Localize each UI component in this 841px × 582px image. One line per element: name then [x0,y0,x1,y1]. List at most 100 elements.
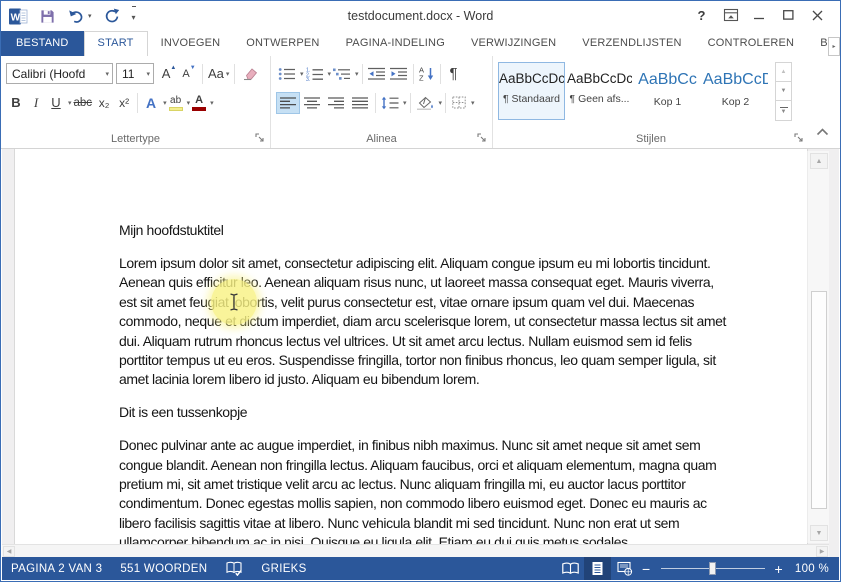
ribbon: Calibri (Hoofd ▾ 11 ▾ A▲ A▼ Aa▾ B I [1,56,840,149]
sort-icon[interactable]: AZ [417,63,437,85]
ribbon-display-options-icon[interactable] [716,4,745,26]
tab-controleren[interactable]: CONTROLEREN [695,31,808,56]
chapter-title[interactable]: Mijn hoofdstuktitel [119,221,733,240]
tab-invoegen[interactable]: INVOEGEN [148,31,234,56]
tab-pagina-indeling[interactable]: PAGINA-INDELING [333,31,458,56]
strikethrough-button[interactable]: abc [72,92,95,114]
font-dialog-launcher-icon[interactable] [254,132,266,144]
scroll-down-icon[interactable]: ▼ [810,525,828,541]
read-mode-icon[interactable] [557,557,584,580]
web-layout-icon[interactable] [611,557,638,580]
close-button[interactable] [803,4,832,26]
line-spacing-icon[interactable] [379,92,401,114]
chevron-down-icon[interactable]: ▾ [105,70,109,78]
word-count[interactable]: 551 WOORDEN [111,557,216,580]
zoom-out-button[interactable]: − [638,561,654,577]
subheading[interactable]: Dit is een tussenkopje [119,403,733,422]
tab-overflow-icon[interactable]: ▸ [828,37,840,56]
redo-button[interactable] [104,6,120,26]
paragraph-2[interactable]: Donec pulvinar ante ac augue imperdiet, … [119,436,733,552]
multilevel-dropdown-icon[interactable]: ▾ [355,70,359,78]
vertical-scrollbar[interactable]: ▲ ▼ [807,151,829,543]
horizontal-scrollbar[interactable]: ◀ ▶ [2,544,829,557]
vertical-scrollbar-thumb[interactable] [811,291,827,509]
shrink-font-arrow-icon: ▼ [190,65,196,71]
align-left-button[interactable] [276,92,300,114]
scroll-left-icon[interactable]: ◀ [3,546,15,557]
minimize-button[interactable] [745,4,774,26]
tab-verwijzingen[interactable]: VERWIJZINGEN [458,31,569,56]
maximize-button[interactable] [774,4,803,26]
page-indicator[interactable]: PAGINA 2 VAN 3 [2,557,111,580]
align-right-button[interactable] [324,92,348,114]
paragraph-1[interactable]: Lorem ipsum dolor sit amet, consectetur … [119,254,733,390]
proofing-status-icon[interactable] [216,557,252,580]
borders-dropdown-icon[interactable]: ▾ [471,99,475,107]
svg-text:3.: 3. [306,77,310,81]
styles-gallery-scroll: ▲ ▼ ▼ [775,62,792,121]
italic-button[interactable]: I [26,92,46,114]
chevron-down-icon[interactable]: ▾ [146,70,150,78]
tab-start[interactable]: START [84,31,148,56]
title-bar: W ▾ ▾ testdocument.docx - Word ? [1,1,840,31]
styles-dialog-launcher-icon[interactable] [793,132,805,144]
superscript-button[interactable]: x² [114,92,134,114]
line-spacing-dropdown-icon[interactable]: ▾ [403,99,407,107]
scroll-right-icon[interactable]: ▶ [816,546,828,557]
save-icon[interactable] [40,6,55,26]
shading-dropdown-icon[interactable]: ▾ [439,99,443,107]
increase-indent-icon[interactable] [388,63,410,85]
numbering-icon[interactable]: 1.2.3. [304,63,326,85]
underline-button[interactable]: U [46,92,66,114]
customize-quick-access-toolbar-icon[interactable]: ▾ [132,6,136,26]
align-center-button[interactable] [300,92,324,114]
highlight-color-button[interactable]: ab [167,92,185,114]
styles-scroll-up-icon[interactable]: ▲ [776,63,791,82]
paragraph-dialog-launcher-icon[interactable] [476,132,488,144]
font-name-combobox[interactable]: Calibri (Hoofd ▾ [6,63,113,84]
borders-icon[interactable] [449,92,469,114]
font-size-combobox[interactable]: 11 ▾ [116,63,154,84]
justify-button[interactable] [348,92,372,114]
help-icon[interactable]: ? [687,4,716,26]
clear-formatting-icon[interactable] [238,63,260,85]
zoom-slider-handle[interactable] [709,562,716,575]
show-paragraph-marks-icon[interactable]: ¶ [444,63,464,85]
collapse-ribbon-icon[interactable] [816,123,829,141]
zoom-in-button[interactable]: + [771,561,787,577]
change-case-button[interactable]: Aa▾ [206,63,231,85]
language-indicator[interactable]: GRIEKS [252,557,315,580]
word-window: W ▾ ▾ testdocument.docx - Word ? [0,0,841,582]
document-content[interactable]: Mijn hoofdstuktitel Lorem ipsum dolor si… [119,221,733,557]
font-color-button[interactable]: A [190,92,208,114]
undo-dropdown-icon[interactable]: ▾ [88,12,92,20]
tab-ontwerpen[interactable]: ONTWERPEN [233,31,332,56]
style-kop-2[interactable]: AaBbCcD Kop 2 [702,62,769,120]
zoom-slider[interactable] [661,557,765,580]
style-standaard[interactable]: AaBbCcDc ¶ Standaard [498,62,565,120]
font-group-label: Lettertype [1,133,270,145]
shading-icon[interactable] [414,92,437,114]
font-color-dropdown-icon[interactable]: ▾ [210,99,214,107]
tab-verzendlijsten[interactable]: VERZENDLIJSTEN [569,31,694,56]
subscript-button[interactable]: x₂ [94,92,114,114]
quick-access-toolbar: W ▾ ▾ [9,6,136,26]
zoom-level[interactable]: 100 % [787,563,839,575]
scroll-up-icon[interactable]: ▲ [810,153,828,169]
shrink-font-button[interactable]: A▼ [179,63,199,85]
bullets-icon[interactable] [276,63,298,85]
grow-font-button[interactable]: A▲ [159,63,179,85]
style-kop-1[interactable]: AaBbCc Kop 1 [634,62,701,120]
decrease-indent-icon[interactable] [366,63,388,85]
styles-more-icon[interactable]: ▼ [776,101,791,120]
word-logo-icon[interactable]: W [9,6,28,26]
undo-button[interactable]: ▾ [67,6,92,26]
print-layout-icon[interactable] [584,557,611,580]
multilevel-list-icon[interactable] [331,63,353,85]
tab-bestand[interactable]: BESTAND [1,31,84,56]
styles-scroll-down-icon[interactable]: ▼ [776,82,791,101]
document-page[interactable]: Mijn hoofdstuktitel Lorem ipsum dolor si… [14,149,808,557]
style-geen-afstand[interactable]: AaBbCcDc ¶ Geen afs... [566,62,633,120]
text-effects-button[interactable]: A [141,92,161,114]
bold-button[interactable]: B [6,92,26,114]
